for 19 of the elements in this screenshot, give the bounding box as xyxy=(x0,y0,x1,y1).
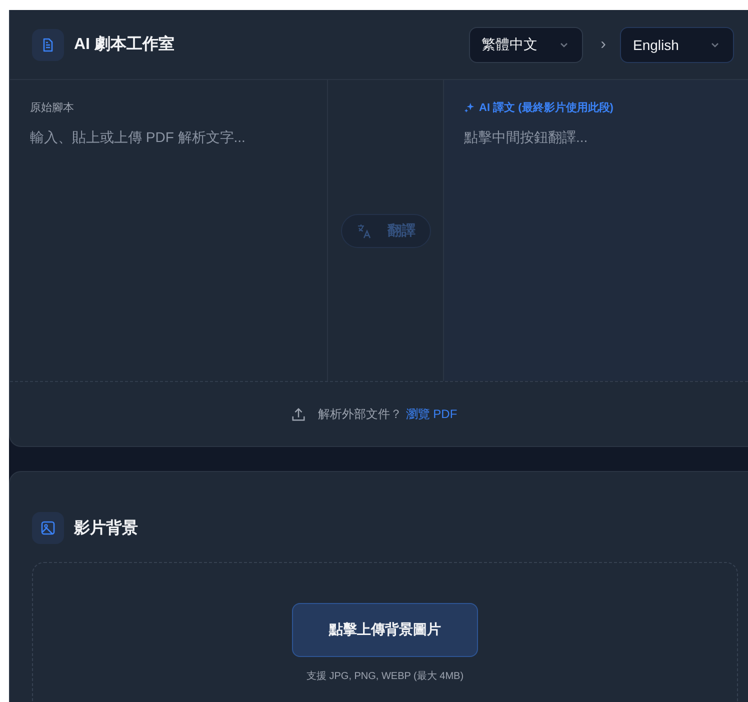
language-select[interactable]: 繁體中文 xyxy=(468,26,583,62)
upload-background-button[interactable]: 點擊上傳背景圖片 xyxy=(292,603,478,657)
app-title: AI 劇本工作室 xyxy=(74,34,174,55)
upload-icon xyxy=(290,406,306,422)
translation-panel[interactable]: AI 譯文 (最終影片使用此段) 點擊中間按鈕翻譯... xyxy=(443,80,748,381)
browse-pdf-link[interactable]: 瀏覽 PDF xyxy=(406,406,458,422)
pane-label: 原始腳本 xyxy=(30,101,75,115)
sparkle-icon xyxy=(464,102,475,113)
translation-output[interactable]: 點擊中間按鈕翻譯... xyxy=(464,129,748,329)
language-select[interactable]: English xyxy=(620,26,734,62)
separator-arrow: › xyxy=(600,36,606,54)
image-icon xyxy=(32,512,64,544)
pane-label: AI 譯文 (最終影片使用此段) xyxy=(479,100,614,115)
script-input[interactable]: 輸入、貼上或上傳 PDF 解析文字... xyxy=(30,129,307,329)
pdf-prompt: 解析外部文件？ xyxy=(318,406,402,422)
document-icon xyxy=(32,28,64,60)
section-title: 影片背景 xyxy=(74,518,138,538)
upload-hint: 支援 JPG, PNG, WEBP (最大 4MB) xyxy=(306,670,464,683)
translate-icon xyxy=(356,223,372,239)
